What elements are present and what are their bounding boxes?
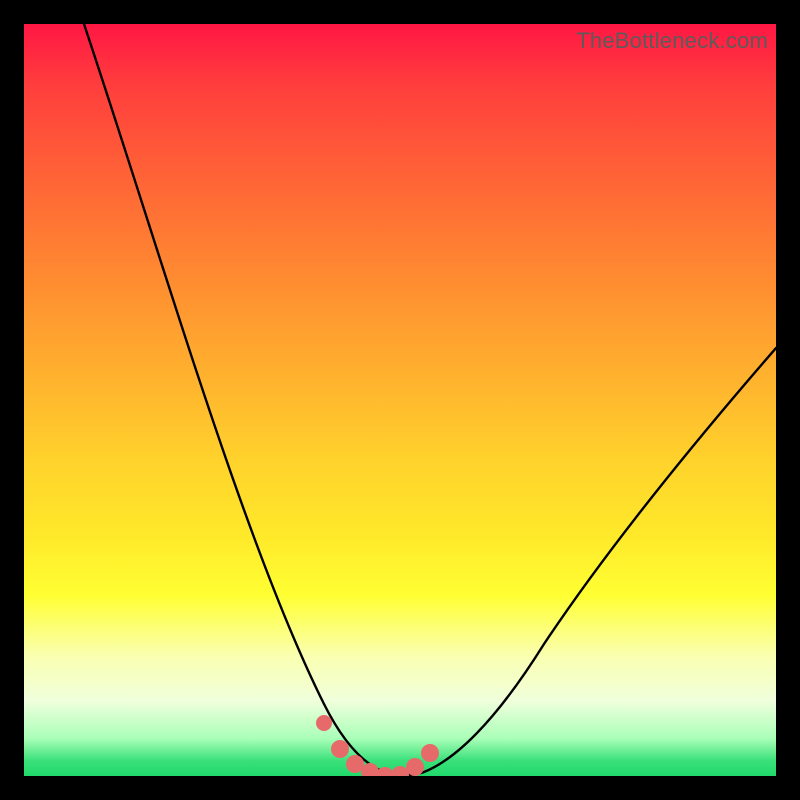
curve-marker-dot xyxy=(406,758,424,776)
watermark-text: TheBottleneck.com xyxy=(576,28,768,54)
bottleneck-curve-svg xyxy=(24,24,776,776)
bottleneck-curve-path xyxy=(84,24,776,775)
curve-marker-dot xyxy=(421,744,439,762)
chart-frame: TheBottleneck.com xyxy=(0,0,800,800)
curve-marker-dot xyxy=(331,740,349,758)
chart-plot-area: TheBottleneck.com xyxy=(24,24,776,776)
curve-marker-dot xyxy=(316,715,332,731)
